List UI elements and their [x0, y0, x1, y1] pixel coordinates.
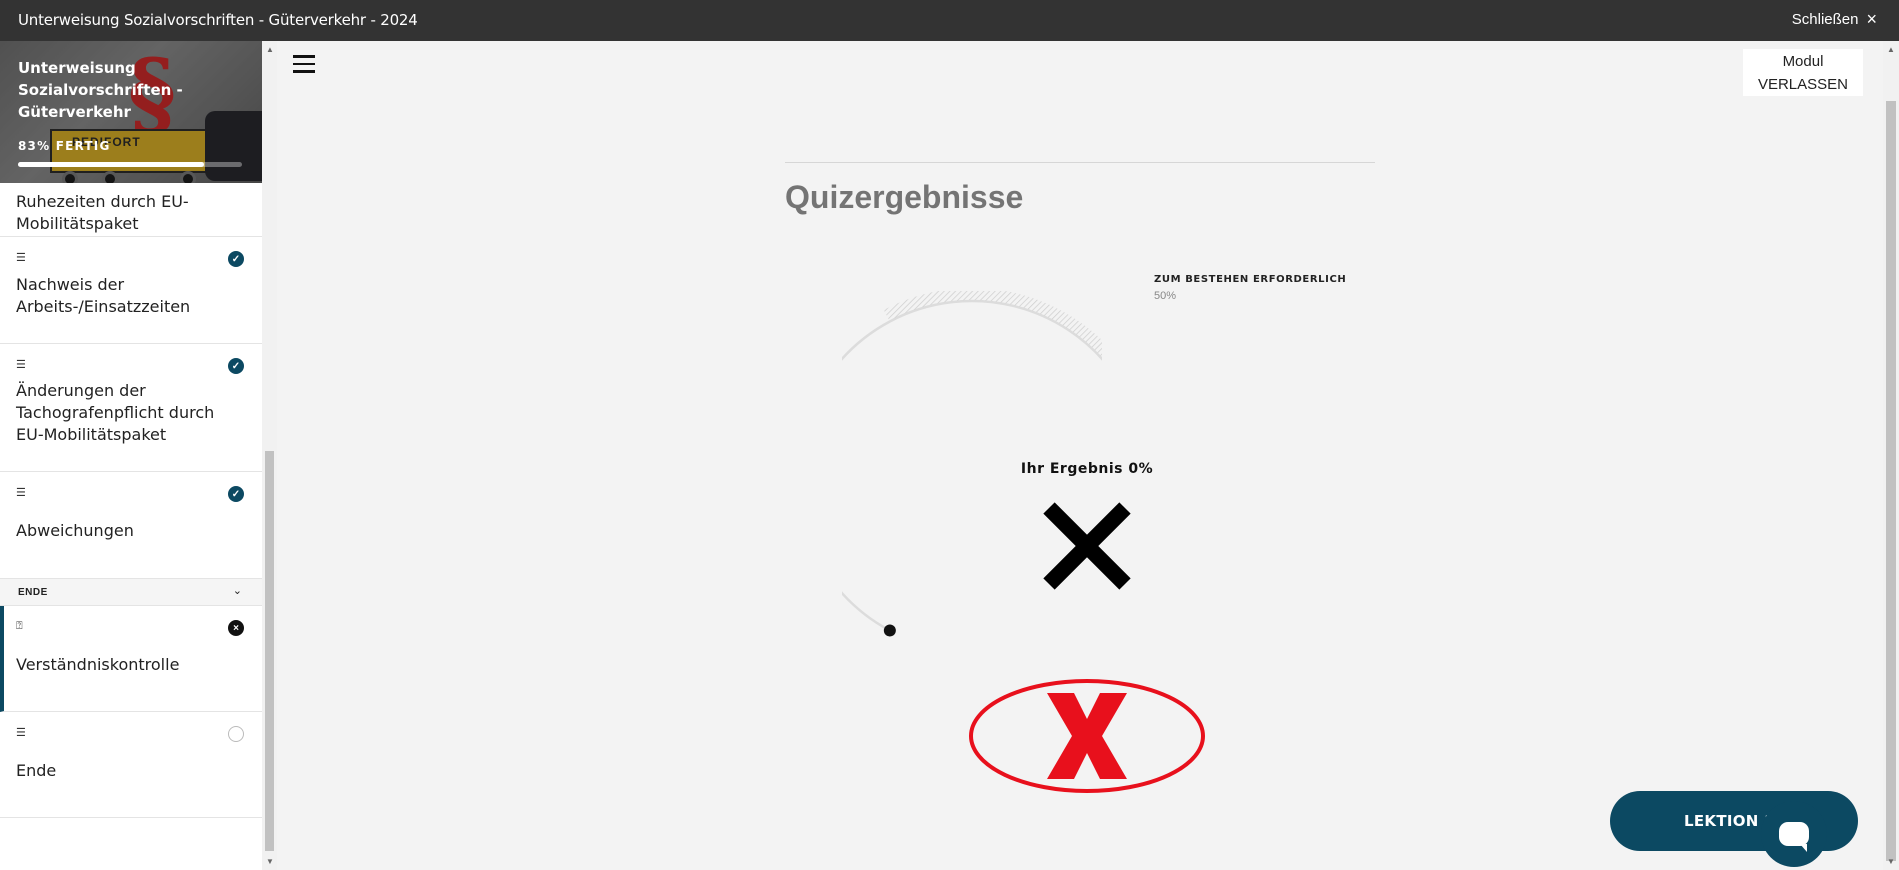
check-icon: ✓ [228, 486, 244, 502]
course-header: § PEDIFORT Unterweisung Sozialvorschrift… [0, 41, 262, 193]
lesson-label: Abweichungen [16, 521, 134, 540]
incomplete-icon [228, 726, 244, 742]
scroll-down-icon[interactable]: ▼ [1887, 857, 1895, 866]
text-lines-icon: ☰ [16, 487, 26, 499]
required-label: ZUM BESTEHEN ERFORDERLICH [1154, 274, 1347, 285]
exit-module-button[interactable]: Modul VERLASSEN [1743, 49, 1863, 96]
score-marker [883, 624, 896, 637]
close-button[interactable]: Schließen × [1791, 9, 1877, 29]
lesson-label: Änderungen der Tachografenpflicht durch … [16, 381, 215, 444]
lesson-item[interactable]: Ruhezeiten durch EU-Mobilitätspaket [0, 183, 262, 237]
scrollbar-thumb[interactable] [265, 451, 274, 851]
close-icon: × [1866, 9, 1877, 29]
lesson-item[interactable]: ☰ ✓ Änderungen der Tachografenpflicht du… [0, 344, 262, 472]
score-ring [842, 291, 1102, 637]
course-title: Unterweisung Sozialvorschriften - Güterv… [18, 11, 418, 29]
result-label: Ihr Ergebnis 0% [1020, 461, 1154, 477]
text-lines-icon: ☰ [16, 727, 26, 739]
fail-icon: × [228, 620, 244, 636]
chat-button[interactable] [1761, 801, 1827, 867]
quiz-icon: ⍰ [16, 620, 23, 632]
lesson-label: Ende [16, 761, 57, 780]
chat-bubble-icon [1779, 822, 1809, 852]
scroll-up-icon[interactable]: ▲ [1887, 45, 1895, 54]
lesson-item[interactable]: ☰ ✓ Abweichungen [0, 472, 262, 579]
sidebar: § PEDIFORT Unterweisung Sozialvorschrift… [0, 41, 262, 870]
check-icon: ✓ [228, 358, 244, 374]
top-bar: Unterweisung Sozialvorschriften - Güterv… [0, 0, 1899, 41]
red-circled-x-annotation [969, 679, 1205, 793]
progress-text: 83% FERTIG [18, 139, 111, 153]
title-divider [785, 162, 1375, 163]
scroll-up-icon[interactable]: ▲ [266, 45, 274, 54]
scroll-down-icon[interactable]: ▼ [266, 857, 274, 866]
required-value: 50% [1154, 290, 1177, 302]
fail-x-icon [1043, 502, 1131, 590]
close-label: Schließen [1791, 11, 1859, 28]
main-scrollbar[interactable]: ▲ ▼ [1883, 41, 1899, 870]
exit-line1: Modul [1782, 53, 1824, 70]
check-icon: ✓ [228, 251, 244, 267]
text-lines-icon: ☰ [16, 359, 26, 371]
menu-icon[interactable] [293, 55, 315, 73]
progress-bar [18, 162, 242, 167]
section-header-ende[interactable]: ENDE ⌄ [0, 579, 262, 606]
lesson-label: Ruhezeiten durch EU-Mobilitätspaket [16, 192, 189, 233]
text-lines-icon: ☰ [16, 252, 26, 264]
lesson-item-active[interactable]: ⍰ × Verständniskontrolle [0, 606, 262, 712]
chevron-down-icon: ⌄ [232, 585, 242, 597]
sidebar-course-title: Unterweisung Sozialvorschriften - Güterv… [18, 59, 183, 121]
lesson-label: Verständniskontrolle [16, 655, 180, 674]
progress-bar-fill [18, 162, 204, 167]
lesson-label: Nachweis der Arbeits-/Einsatzzeiten [16, 275, 191, 316]
sidebar-scrollbar[interactable]: ▲ ▼ [262, 41, 277, 870]
exit-line2: VERLASSEN [1757, 76, 1849, 93]
section-title: ENDE [18, 587, 48, 598]
scrollbar-thumb[interactable] [1886, 101, 1896, 861]
lesson-item[interactable]: ☰ Ende [0, 712, 262, 818]
quiz-results-title: Quizergebnisse [785, 179, 1024, 215]
main-content: Modul VERLASSEN Quizergebnisse ZUM BESTE… [277, 41, 1883, 870]
lesson-list: Ruhezeiten durch EU-Mobilitätspaket ☰ ✓ … [0, 183, 262, 818]
lesson-item[interactable]: ☰ ✓ Nachweis der Arbeits-/Einsatzzeiten [0, 237, 262, 344]
